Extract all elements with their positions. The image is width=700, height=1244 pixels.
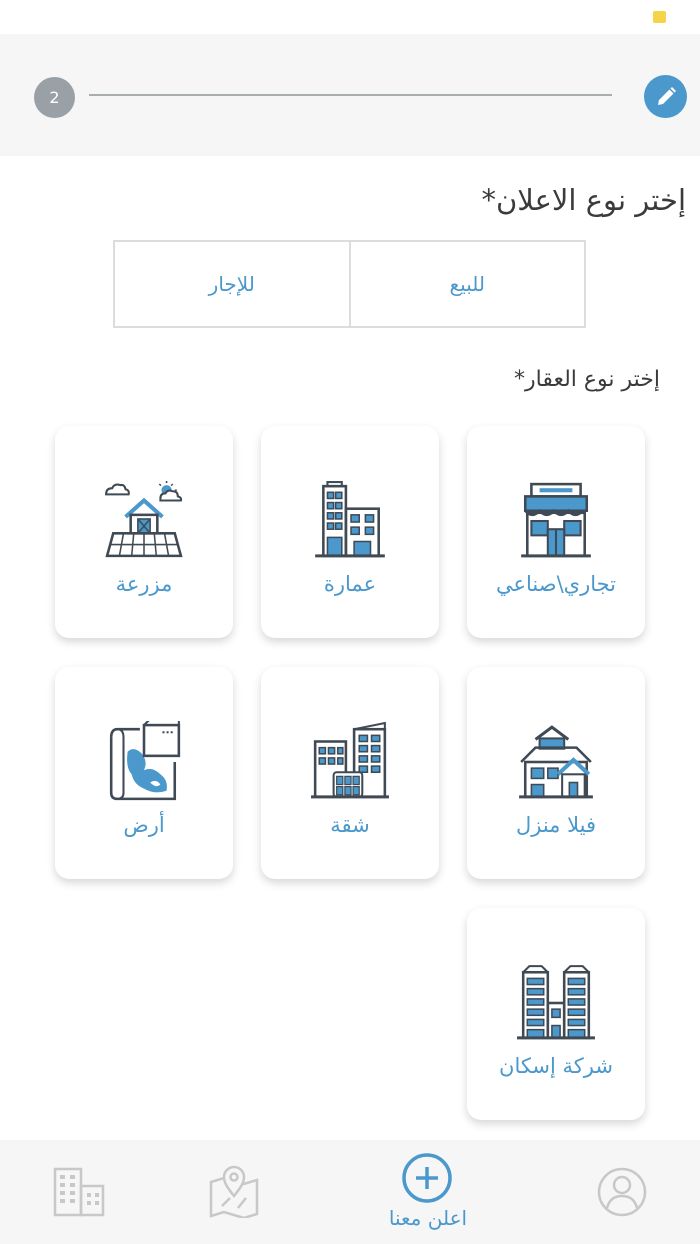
property-card-apartment[interactable]: شقة bbox=[261, 667, 439, 879]
step-connector-line bbox=[89, 94, 612, 96]
ad-type-title: إختر نوع الاعلان* bbox=[481, 183, 686, 217]
edit-step-button[interactable] bbox=[644, 75, 687, 118]
farm-icon bbox=[105, 481, 183, 558]
ad-type-selector: للإجار للبيع bbox=[113, 240, 586, 328]
status-bar bbox=[0, 0, 700, 34]
map-pin-icon[interactable] bbox=[208, 1164, 260, 1218]
bottom-navigation bbox=[0, 1140, 700, 1244]
property-label: أرض bbox=[123, 813, 165, 837]
shop-icon bbox=[521, 482, 591, 558]
property-card-commercial[interactable]: تجاري\صناعي bbox=[467, 426, 645, 638]
for-rent-button[interactable]: للإجار bbox=[115, 242, 349, 326]
add-circle-icon[interactable] bbox=[401, 1152, 453, 1204]
step-number-badge[interactable]: 2 bbox=[34, 77, 75, 118]
property-label: عمارة bbox=[323, 572, 377, 596]
pencil-icon bbox=[657, 86, 676, 105]
property-label: شركة إسكان bbox=[499, 1054, 613, 1078]
property-type-title: إختر نوع العقار* bbox=[514, 367, 660, 392]
profile-icon[interactable] bbox=[596, 1166, 648, 1218]
apartment-icon bbox=[311, 721, 389, 799]
for-sale-button[interactable]: للبيع bbox=[348, 242, 585, 326]
property-label: شقة bbox=[330, 813, 370, 837]
property-label: مزرعة bbox=[115, 572, 173, 596]
property-label: تجاري\صناعي bbox=[495, 572, 617, 596]
housing-company-icon bbox=[517, 965, 595, 1040]
status-indicator bbox=[653, 11, 666, 23]
advertise-with-us-label[interactable]: اعلن معنا bbox=[380, 1206, 476, 1230]
property-card-villa[interactable]: فيلا منزل bbox=[467, 667, 645, 879]
property-card-building[interactable]: عمارة bbox=[261, 426, 439, 638]
land-map-icon bbox=[109, 721, 181, 801]
buildings-icon[interactable] bbox=[52, 1166, 106, 1218]
property-card-land[interactable]: أرض bbox=[55, 667, 233, 879]
property-card-housing-company[interactable]: شركة إسكان bbox=[467, 908, 645, 1120]
villa-icon bbox=[519, 725, 593, 799]
building-icon bbox=[315, 481, 385, 558]
property-label: فيلا منزل bbox=[515, 813, 596, 837]
progress-stepper: 2 bbox=[0, 34, 700, 156]
property-card-farm[interactable]: مزرعة bbox=[55, 426, 233, 638]
